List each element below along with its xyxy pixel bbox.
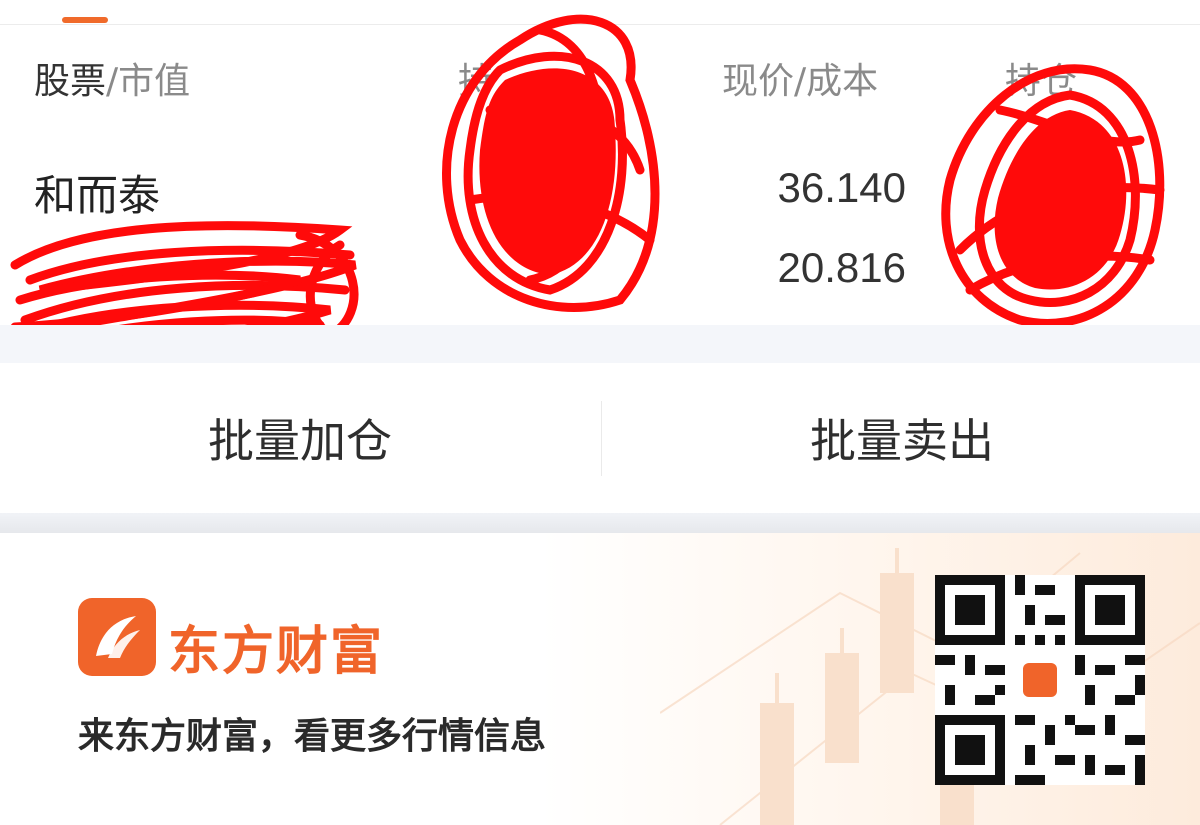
promo-banner: 东方财富 来东方财富，看更多行情信息	[0, 533, 1200, 825]
promo-slogan: 来东方财富，看更多行情信息	[78, 716, 547, 757]
header-market-value: /市值	[106, 61, 191, 102]
batch-actions-bar: 批量加仓 批量卖出	[0, 363, 1200, 513]
tab-indicator	[62, 17, 108, 23]
brand-logo-icon	[96, 616, 140, 658]
cost-price: 20.816	[777, 244, 906, 291]
brand-name: 东方财富	[168, 622, 385, 682]
section-gap	[0, 513, 1200, 533]
header-stock-market-value: 股票/市值	[34, 52, 190, 104]
qr-code[interactable]	[935, 575, 1145, 785]
brand-logo	[78, 598, 156, 676]
current-price: 36.140	[777, 164, 906, 211]
section-gap	[0, 325, 1200, 363]
header-price-cost: 现价/成本	[722, 61, 879, 102]
batch-add-button[interactable]: 批量加仓	[0, 363, 600, 513]
qr-center-logo	[1019, 659, 1061, 701]
stock-name[interactable]: 和而泰	[34, 162, 160, 223]
header-position: 持仓	[1005, 61, 1078, 102]
header-stock: 股票	[34, 61, 107, 102]
header-holding: 持	[458, 61, 495, 102]
batch-sell-button[interactable]: 批量卖出	[602, 363, 1200, 513]
